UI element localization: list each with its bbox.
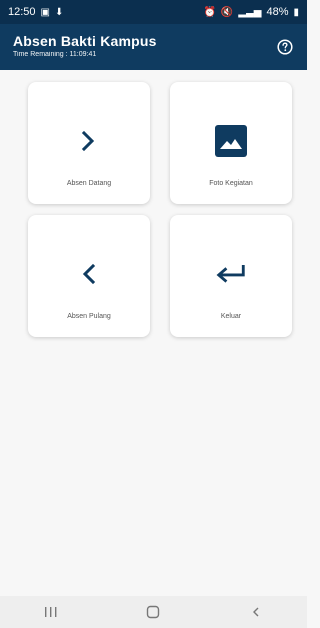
recents-icon[interactable]	[31, 600, 71, 624]
home-icon[interactable]	[133, 600, 173, 624]
keyboard-return-icon	[214, 257, 248, 291]
gallery-icon: ▣	[40, 6, 50, 18]
time-remaining: Time Remaining : 11:09:41	[13, 51, 97, 58]
keluar-card[interactable]: Keluar	[170, 215, 292, 337]
foto-kegiatan-label: Foto Kegiatan	[209, 180, 253, 187]
absen-pulang-label: Absen Pulang	[67, 313, 111, 320]
absen-datang-card[interactable]: Absen Datang	[28, 82, 150, 204]
keluar-label: Keluar	[220, 313, 242, 320]
app-header: Absen Bakti Kampus Time Remaining : 11:0…	[0, 24, 307, 70]
help-icon[interactable]	[277, 39, 293, 55]
chevron-right-icon	[72, 124, 106, 158]
battery-level: 48%	[266, 6, 289, 18]
absen-datang-label: Absen Datang	[66, 180, 112, 187]
mute-icon: 🔇	[220, 6, 234, 18]
status-bar: 12:50 ▣ ⬇ ⏰ 🔇 ▂▃▅ 48% ▮	[0, 0, 307, 24]
back-icon[interactable]	[236, 600, 276, 624]
absen-pulang-card[interactable]: Absen Pulang	[28, 215, 150, 337]
chevron-left-icon	[72, 257, 106, 291]
battery-icon: ▮	[293, 6, 299, 18]
image-icon	[214, 124, 248, 158]
alarm-icon: ⏰	[203, 6, 216, 18]
system-navigation-bar	[0, 596, 307, 628]
download-icon: ⬇	[54, 6, 64, 18]
app-title: Absen Bakti Kampus	[13, 33, 157, 49]
status-right: ⏰ 🔇 ▂▃▅ 48% ▮	[203, 6, 299, 18]
foto-kegiatan-card[interactable]: Foto Kegiatan	[170, 82, 292, 204]
status-left: 12:50 ▣ ⬇	[8, 6, 63, 18]
status-time: 12:50	[8, 6, 36, 18]
signal-icon: ▂▃▅	[238, 6, 262, 18]
